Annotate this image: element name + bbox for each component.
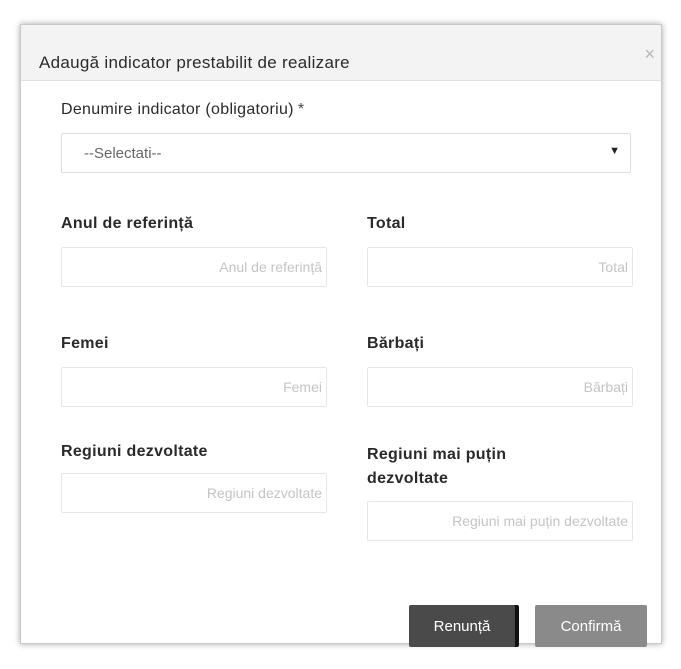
anul-input[interactable] [61,247,327,287]
regiuni-mai-putin-label-line2: dezvoltate [367,470,449,487]
total-label: Total [367,215,406,232]
caret-down-icon: ▼ [609,145,620,157]
barbati-input[interactable] [367,367,633,407]
regiuni-dezvoltate-input[interactable] [61,473,327,513]
indicator-select[interactable]: --Selectati-- ▼ [61,133,631,173]
regiuni-mai-putin-label-line1: Regiuni mai puțin [367,446,507,463]
required-mark: * [297,101,305,118]
femei-input[interactable] [61,367,327,407]
add-indicator-dialog: Adaugă indicator prestabilit de realizar… [20,24,662,647]
indicator-label: Denumire indicator (obligatoriu) * [61,101,304,119]
dialog-title: Adaugă indicator prestabilit de realizar… [39,53,350,72]
dialog-header: Adaugă indicator prestabilit de realizar… [21,25,661,81]
barbati-label: Bărbați [367,335,425,352]
regiuni-mai-putin-input[interactable] [367,501,633,541]
total-input[interactable] [367,247,633,287]
regiuni-mai-putin-label: Regiuni mai puțin dezvoltate [367,443,506,491]
cancel-button[interactable]: Renunță [409,605,515,647]
confirm-button[interactable]: Confirmă [535,605,647,647]
close-icon[interactable]: × [644,45,655,63]
femei-label: Femei [61,335,109,352]
indicator-label-text: Denumire indicator (obligatoriu) [61,101,294,118]
indicator-select-value: --Selectati-- [84,145,162,162]
anul-label: Anul de referință [61,215,194,232]
regiuni-dezvoltate-label: Regiuni dezvoltate [61,443,208,460]
